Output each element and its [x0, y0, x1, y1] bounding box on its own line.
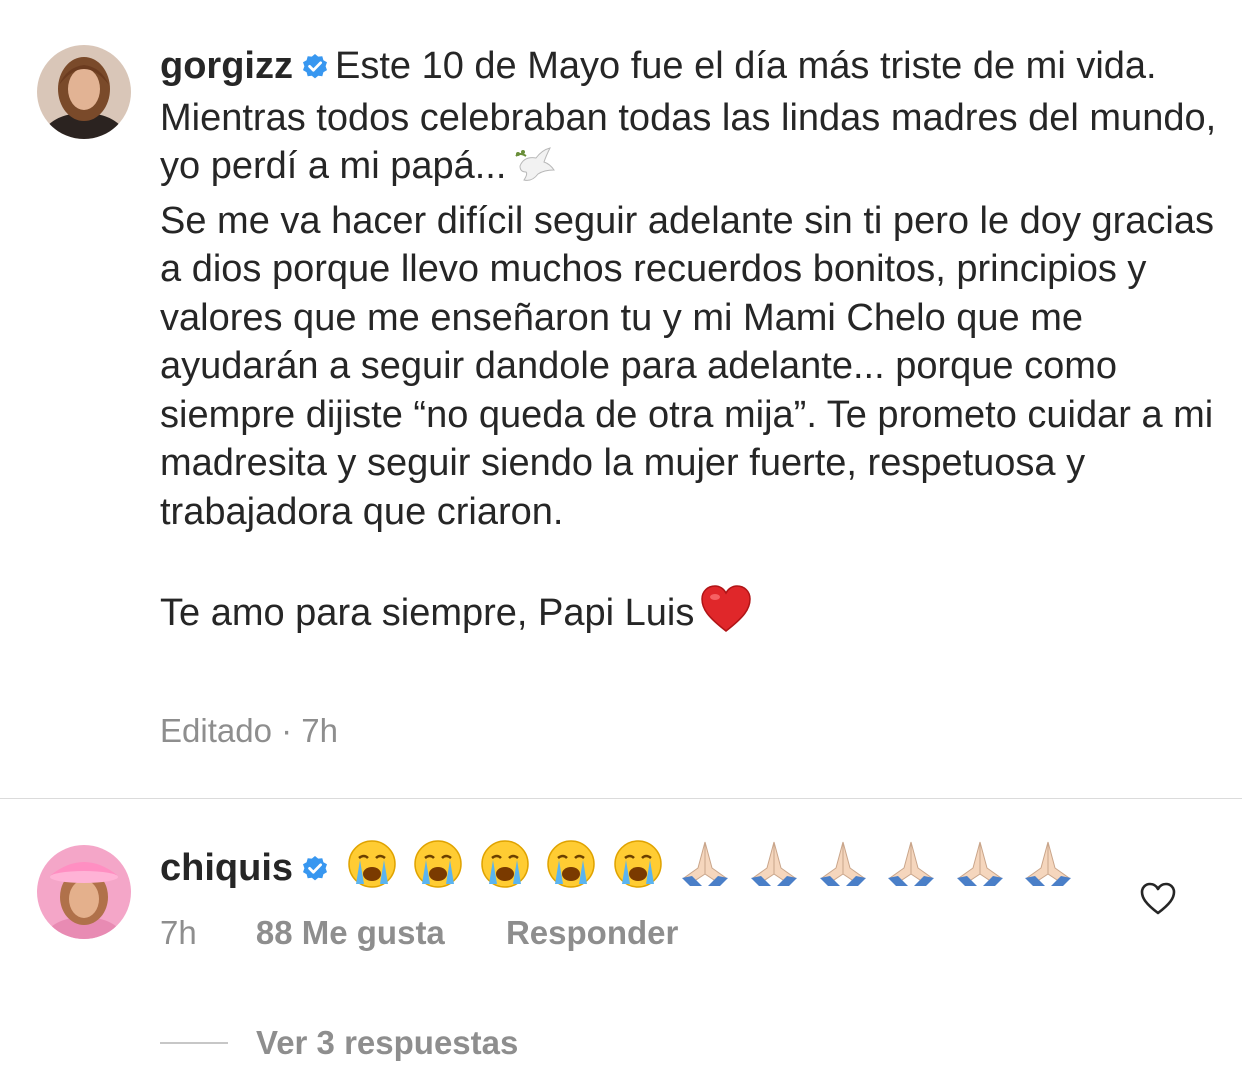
- replies-line: [160, 1042, 228, 1044]
- verified-badge-icon: [301, 845, 329, 897]
- comment-emoji-text: [346, 838, 1080, 902]
- caption-closing-text: Te amo para siempre, Papi Luis: [160, 591, 695, 634]
- crying-face-emoji-icon: [479, 838, 531, 902]
- comment-timestamp: 7h: [160, 914, 197, 951]
- folded-hands-emoji-icon: [678, 838, 732, 902]
- post-caption: gorgizz Este 10 de Mayo fue el día más tr…: [160, 42, 1220, 645]
- post-author-username[interactable]: gorgizz: [160, 45, 293, 87]
- comment-likes-count[interactable]: 88 Me gusta: [256, 914, 445, 952]
- comment-meta: 7h 88 Me gusta Responder: [160, 914, 678, 952]
- folded-hands-emoji-icon: [1021, 838, 1075, 902]
- folded-hands-emoji-icon: [953, 838, 1007, 902]
- view-replies-button[interactable]: Ver 3 respuestas: [160, 1024, 518, 1062]
- folded-hands-emoji-icon: [884, 838, 938, 902]
- dove-emoji-icon: [514, 144, 556, 197]
- divider: [0, 798, 1242, 799]
- post-author-avatar[interactable]: [37, 45, 131, 139]
- crying-face-emoji-icon: [612, 838, 664, 902]
- caption-body-text: Se me va hacer difícil seguir adelante s…: [160, 199, 1214, 533]
- folded-hands-emoji-icon: [747, 838, 801, 902]
- comment-author-avatar[interactable]: [37, 845, 131, 939]
- crying-face-emoji-icon: [412, 838, 464, 902]
- crying-face-emoji-icon: [346, 838, 398, 902]
- comment: chiquis: [160, 838, 1079, 902]
- crying-face-emoji-icon: [545, 838, 597, 902]
- red-heart-emoji-icon: [700, 584, 752, 646]
- heart-outline-icon[interactable]: [1140, 882, 1176, 916]
- verified-badge-icon: [301, 45, 329, 94]
- post-edited-timestamp: Editado · 7h: [160, 712, 338, 749]
- comment-author-username[interactable]: chiquis: [160, 847, 293, 889]
- folded-hands-emoji-icon: [816, 838, 870, 902]
- view-replies-label: Ver 3 respuestas: [256, 1024, 519, 1061]
- reply-button[interactable]: Responder: [506, 914, 678, 952]
